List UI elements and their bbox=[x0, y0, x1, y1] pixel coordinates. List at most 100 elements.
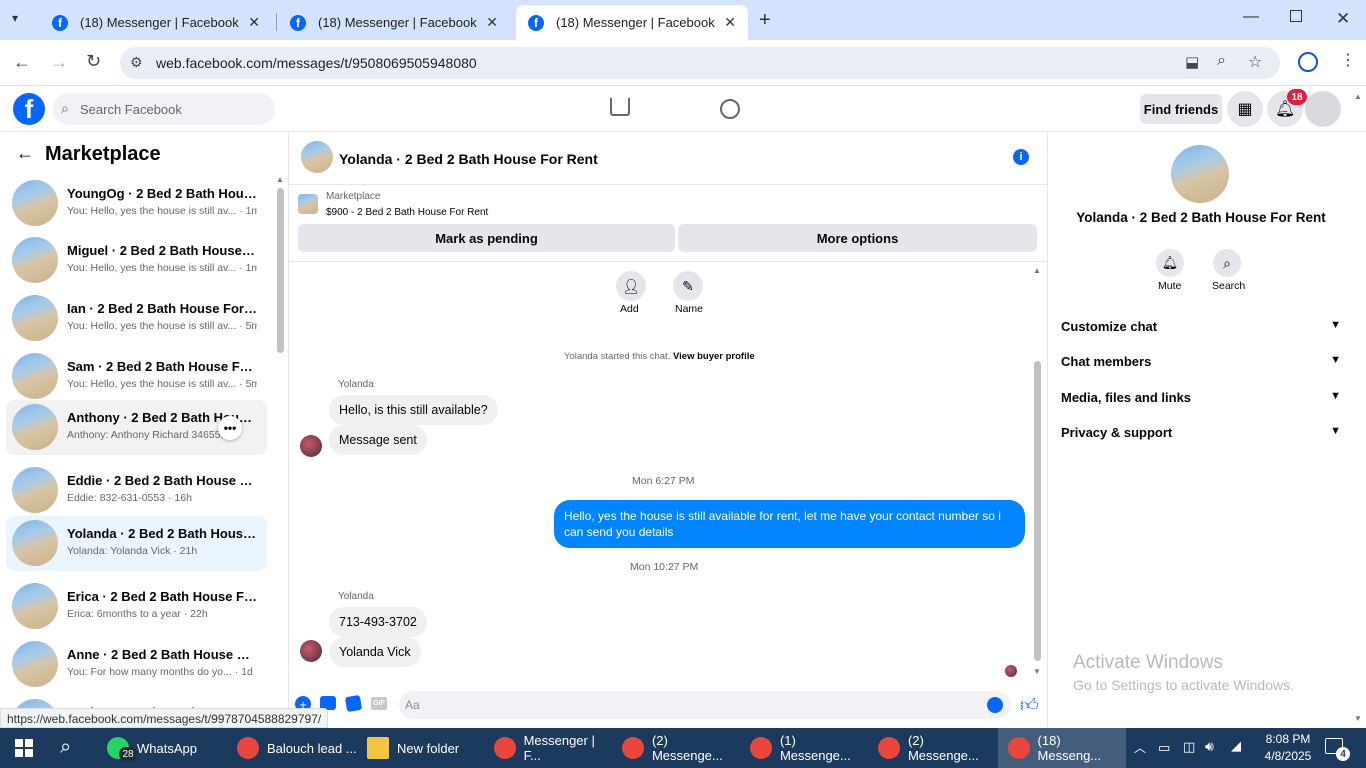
account-avatar-icon[interactable] bbox=[1305, 91, 1341, 127]
chat-avatar[interactable] bbox=[301, 141, 333, 173]
conversation-list-panel: ← Marketplace YoungOg · 2 Bed 2 Bath Hou… bbox=[0, 133, 289, 727]
taskbar-app-item[interactable]: New folder bbox=[367, 728, 487, 768]
search-in-chat-icon[interactable]: ⌕ bbox=[1213, 249, 1241, 277]
taskbar-app-item[interactable]: (2) Messenge... bbox=[878, 728, 998, 768]
close-icon[interactable]: ✕ bbox=[724, 14, 736, 31]
browser-menu-icon[interactable]: ⋮ bbox=[1340, 50, 1356, 70]
yolanda-avatar[interactable] bbox=[300, 640, 322, 662]
mark-as-pending-button[interactable]: Mark as pending bbox=[298, 224, 675, 252]
yolanda-avatar[interactable] bbox=[300, 435, 322, 457]
taskbar-app-item[interactable]: (2) Messenge... bbox=[622, 728, 742, 768]
chat-start-notice: Yolanda started this chat. View buyer pr… bbox=[564, 351, 755, 362]
close-icon[interactable]: ✕ bbox=[248, 14, 260, 31]
site-info-icon[interactable]: ⚙ bbox=[130, 54, 143, 71]
chrome-icon bbox=[1008, 737, 1030, 759]
privacy-support-row[interactable]: Privacy & support ▼ bbox=[1061, 425, 1341, 440]
message-input[interactable]: Aa bbox=[399, 691, 1011, 719]
windows-start-icon[interactable] bbox=[15, 739, 33, 757]
conversation-item[interactable]: Eddie · 2 Bed 2 Bath House For ... Eddie:… bbox=[6, 463, 267, 518]
emoji-icon[interactable] bbox=[987, 697, 1003, 713]
conversation-item[interactable]: Miguel · 2 Bed 2 Bath House Fo... You: He… bbox=[6, 233, 267, 288]
zoom-icon[interactable]: ⌕ bbox=[1217, 52, 1226, 70]
sticker-icon[interactable] bbox=[344, 694, 363, 713]
chat-title[interactable]: Yolanda · 2 Bed 2 Bath House For Rent bbox=[339, 151, 598, 167]
more-options-button[interactable]: More options bbox=[678, 224, 1037, 252]
back-arrow-icon[interactable]: ← bbox=[13, 52, 31, 73]
listing-price[interactable]: $900 - 2 Bed 2 Bath House For Rent bbox=[326, 207, 488, 218]
install-app-icon[interactable]: ⬓ bbox=[1185, 53, 1199, 71]
reload-icon[interactable]: ↻ bbox=[86, 51, 101, 72]
clock-date[interactable]: 4/8/2025 bbox=[1258, 749, 1318, 763]
conversation-avatar bbox=[12, 404, 58, 450]
view-buyer-profile-link[interactable]: View buyer profile bbox=[673, 351, 755, 362]
message-bubble[interactable]: Yolanda Vick bbox=[329, 637, 421, 667]
profile-icon[interactable] bbox=[1298, 52, 1318, 72]
tab-search-icon[interactable]: ▾ bbox=[12, 11, 18, 25]
message-bubble[interactable]: Message sent bbox=[329, 425, 427, 455]
conversation-name: YoungOg · 2 Bed 2 Bath House ... bbox=[67, 186, 257, 201]
info-icon[interactable]: i bbox=[1013, 149, 1029, 165]
conversation-item[interactable]: Sam · 2 Bed 2 Bath House For R... You: He… bbox=[6, 349, 267, 404]
chat-members-row[interactable]: Chat members ▼ bbox=[1061, 354, 1341, 369]
facebook-logo-icon[interactable]: f bbox=[13, 93, 45, 125]
search-facebook-input[interactable]: ⌕ Search Facebook bbox=[53, 93, 275, 125]
close-icon[interactable]: ✕ bbox=[486, 14, 498, 31]
url-box[interactable]: ⚙ web.facebook.com/messages/t/9508069505… bbox=[120, 47, 1280, 79]
outgoing-message-bubble[interactable]: Hello, yes the house is still available … bbox=[554, 500, 1025, 548]
add-person-icon[interactable]: 👤︎ bbox=[616, 271, 646, 301]
browser-tab-2[interactable]: f (18) Messenger | Facebook ✕ bbox=[278, 5, 510, 40]
taskbar-search-icon[interactable]: ⌕ bbox=[60, 736, 71, 759]
thumbs-up-icon[interactable]: 👍︎ bbox=[1020, 694, 1039, 716]
browser-tab-3-active[interactable]: f (18) Messenger | Facebook ✕ bbox=[516, 5, 748, 40]
edit-name-icon[interactable]: ✎ bbox=[673, 271, 703, 301]
network-icon[interactable]: ◢ bbox=[1231, 738, 1241, 754]
taskbar-app-item[interactable]: (18) Messeng... bbox=[998, 728, 1126, 768]
battery-icon[interactable]: ▭ bbox=[1158, 740, 1170, 756]
page-scroll-up-icon[interactable]: ▲ bbox=[1354, 92, 1362, 101]
conversation-item[interactable]: YoungOg · 2 Bed 2 Bath House ... You: Hel… bbox=[6, 176, 267, 231]
facebook-favicon-icon: f bbox=[52, 14, 68, 31]
restore-icon[interactable] bbox=[1290, 10, 1302, 22]
show-hidden-icons-icon[interactable]: ︿ bbox=[1134, 739, 1146, 756]
new-tab-icon[interactable]: + bbox=[759, 9, 771, 32]
sidebar-scrollbar[interactable] bbox=[277, 188, 284, 353]
taskbar-app-item[interactable]: Balouch lead ... bbox=[237, 728, 357, 768]
customize-chat-row[interactable]: Customize chat ▼ bbox=[1061, 319, 1341, 334]
conversation-item[interactable]: Ian · 2 Bed 2 Bath House For Rent You: He… bbox=[6, 291, 267, 346]
conversation-item[interactable]: Anne · 2 Bed 2 Bath House For ... You: Fo… bbox=[6, 637, 267, 692]
conversation-item[interactable]: Yolanda · 2 Bed 2 Bath House F... Yolanda… bbox=[6, 516, 267, 571]
chat-scrollbar[interactable] bbox=[1034, 361, 1041, 661]
message-bubble[interactable]: 713-493-3702 bbox=[329, 607, 427, 637]
tab-separator bbox=[276, 13, 277, 31]
scroll-up-icon[interactable]: ▲ bbox=[276, 175, 284, 184]
scroll-up-icon[interactable]: ▲ bbox=[1033, 266, 1041, 275]
scroll-down-icon[interactable]: ▼ bbox=[1033, 667, 1041, 676]
taskbar-app-item[interactable]: (1) Messenge... bbox=[750, 728, 870, 768]
media-files-links-row[interactable]: Media, files and links ▼ bbox=[1061, 390, 1341, 405]
page-scroll-down-icon[interactable]: ▼ bbox=[1354, 714, 1362, 723]
chrome-icon bbox=[494, 737, 516, 759]
groups-icon[interactable] bbox=[720, 99, 740, 119]
details-avatar[interactable] bbox=[1171, 145, 1229, 203]
gif-icon[interactable]: GIF bbox=[371, 697, 387, 710]
message-bubble[interactable]: Hello, is this still available? bbox=[329, 395, 498, 425]
back-arrow-icon[interactable]: ← bbox=[16, 143, 34, 164]
bookmark-star-icon[interactable]: ☆ bbox=[1248, 52, 1262, 72]
listing-thumbnail[interactable] bbox=[298, 194, 318, 214]
taskbar-app-item[interactable]: Messenger | F... bbox=[494, 728, 614, 768]
menu-grid-icon[interactable]: ▦ bbox=[1227, 91, 1263, 127]
home-icon[interactable] bbox=[610, 98, 630, 116]
conversation-item[interactable]: Erica · 2 Bed 2 Bath House For R... Erica… bbox=[6, 579, 267, 634]
browser-tab-1[interactable]: f (18) Messenger | Facebook ✕ bbox=[40, 5, 272, 40]
volume-icon[interactable]: 🔊︎ bbox=[1205, 738, 1214, 755]
clock-time[interactable]: 8:08 PM bbox=[1258, 732, 1318, 746]
more-options-icon[interactable]: ••• bbox=[218, 416, 242, 440]
url-text[interactable]: web.facebook.com/messages/t/950806950594… bbox=[156, 55, 477, 71]
webcam-icon[interactable]: ◫ bbox=[1183, 739, 1195, 755]
minimize-icon[interactable]: — bbox=[1243, 8, 1259, 26]
forward-arrow-icon[interactable]: → bbox=[50, 52, 68, 73]
window-close-icon[interactable]: ✕ bbox=[1336, 9, 1350, 29]
conversation-item[interactable]: Anthony · 2 Bed 2 Bath House F... Anthony… bbox=[6, 400, 267, 455]
mute-bell-icon[interactable]: 🔔︎ bbox=[1156, 249, 1184, 277]
find-friends-button[interactable]: Find friends bbox=[1140, 94, 1222, 124]
